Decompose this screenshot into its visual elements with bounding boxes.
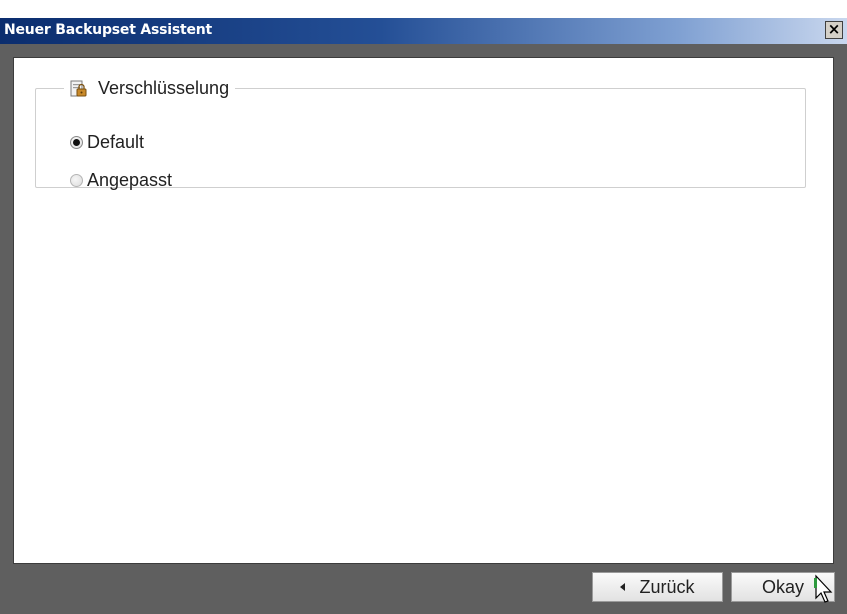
- encryption-group: Verschlüsselung Default Angepasst: [35, 78, 806, 191]
- radio-option-angepasst[interactable]: Angepasst: [70, 170, 172, 191]
- back-button[interactable]: Zurück: [592, 572, 723, 602]
- window-title: Neuer Backupset Assistent: [4, 22, 213, 38]
- top-strip: [0, 0, 847, 18]
- encryption-legend: Verschlüsselung: [64, 78, 235, 99]
- radio-option-default[interactable]: Default: [70, 132, 144, 153]
- content-panel: Verschlüsselung Default Angepasst: [13, 57, 834, 564]
- mouse-cursor-icon: [814, 574, 833, 603]
- title-bar: Neuer Backupset Assistent ×: [0, 18, 847, 44]
- close-button[interactable]: ×: [825, 21, 843, 39]
- radio-button-angepasst[interactable]: [70, 174, 83, 187]
- lock-icon: [70, 80, 87, 96]
- arrow-left-icon: [620, 583, 626, 591]
- encryption-legend-label: Verschlüsselung: [98, 78, 230, 98]
- back-button-label: Zurück: [639, 576, 695, 597]
- radio-label-angepasst: Angepasst: [87, 170, 173, 190]
- close-icon: ×: [827, 20, 841, 38]
- radio-label-default: Default: [87, 132, 145, 152]
- wizard-window: Neuer Backupset Assistent × Verschlüssel…: [0, 0, 847, 614]
- okay-button-label: Okay: [761, 576, 804, 597]
- radio-button-default[interactable]: [70, 136, 83, 149]
